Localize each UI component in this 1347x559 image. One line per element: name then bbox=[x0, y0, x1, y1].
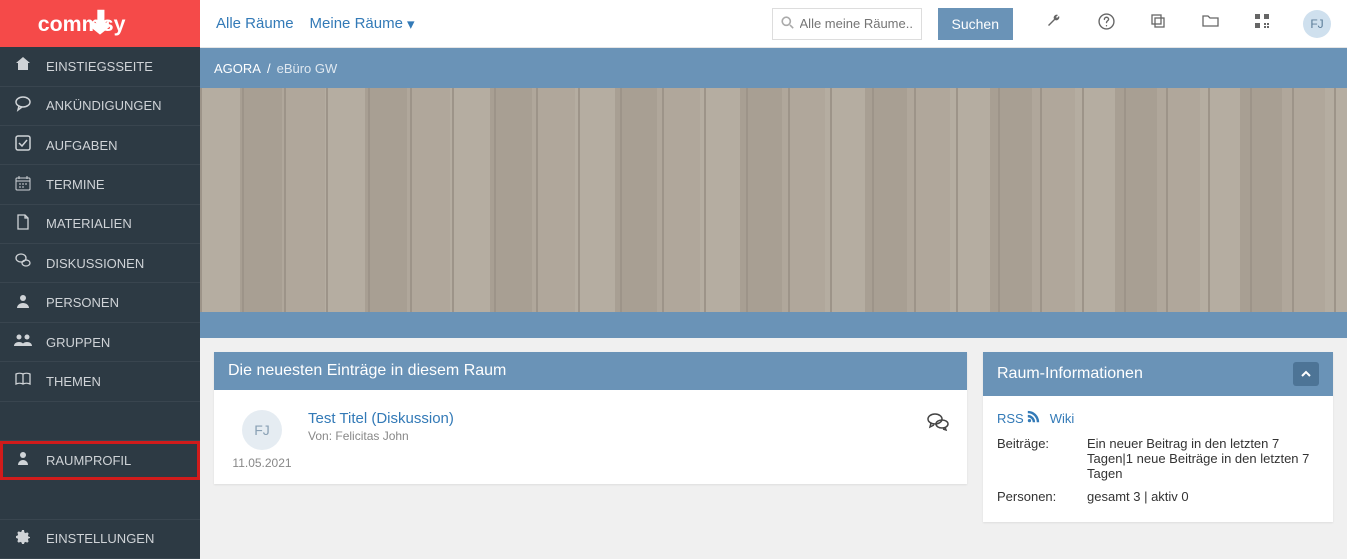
entry-avatar: FJ bbox=[242, 410, 282, 450]
latest-entries-panel: Die neuesten Einträge in diesem Raum FJ … bbox=[214, 352, 967, 484]
person-icon bbox=[14, 293, 32, 313]
sidebar-item-label: THEMEN bbox=[46, 374, 101, 389]
chevron-down-icon: ▾ bbox=[407, 15, 415, 33]
breadcrumb-sep: / bbox=[267, 61, 271, 76]
calendar-icon bbox=[14, 175, 32, 195]
search-input[interactable] bbox=[800, 16, 913, 31]
check-icon bbox=[14, 135, 32, 155]
collapse-button[interactable] bbox=[1293, 362, 1319, 386]
info-row: Personen: gesamt 3 | aktiv 0 bbox=[997, 485, 1319, 508]
info-val: Ein neuer Beitrag in den letzten 7 Tagen… bbox=[1087, 436, 1319, 481]
nav-alle-raeume[interactable]: Alle Räume bbox=[216, 15, 294, 32]
breadcrumb: AGORA / eBüro GW bbox=[200, 48, 1347, 88]
sidebar: commsy EINSTIEGSSEITE ANKÜNDIGUNGEN AUFG… bbox=[0, 0, 200, 559]
wiki-link[interactable]: Wiki bbox=[1050, 410, 1075, 426]
info-val: gesamt 3 | aktiv 0 bbox=[1087, 489, 1319, 504]
sidebar-item-label: EINSTIEGSSEITE bbox=[46, 59, 153, 74]
panel-header: Die neuesten Einträge in diesem Raum bbox=[214, 352, 967, 390]
search-button[interactable]: Suchen bbox=[938, 8, 1013, 40]
entry-date: 11.05.2021 bbox=[232, 456, 292, 470]
breadcrumb-current: eBüro GW bbox=[277, 61, 338, 76]
sidebar-item-materialien[interactable]: MATERIALIEN bbox=[0, 205, 200, 244]
book-icon bbox=[14, 371, 32, 391]
rss-label: RSS bbox=[997, 411, 1024, 426]
search-icon bbox=[781, 16, 794, 32]
info-key: Personen: bbox=[997, 489, 1087, 504]
sidebar-item-label: ANKÜNDIGUNGEN bbox=[46, 98, 162, 113]
speech-icon bbox=[14, 96, 32, 116]
sidebar-item-aufgaben[interactable]: AUFGABEN bbox=[0, 126, 200, 165]
room-info-panel: Raum-Informationen RSS Wiki Beiträg bbox=[983, 352, 1333, 522]
panel-title: Die neuesten Einträge in diesem Raum bbox=[228, 362, 506, 380]
document-icon bbox=[14, 214, 32, 234]
main: Alle Räume Meine Räume ▾ Suchen FJ AGORA… bbox=[200, 0, 1347, 559]
latest-entry: FJ 11.05.2021 Test Titel (Diskussion) Vo… bbox=[228, 404, 953, 470]
discussion-icon bbox=[14, 253, 32, 273]
panel-title: Raum-Informationen bbox=[997, 365, 1143, 383]
info-key: Beiträge: bbox=[997, 436, 1087, 481]
rss-icon bbox=[1027, 410, 1040, 426]
profile-icon bbox=[14, 450, 32, 470]
sidebar-item-label: EINSTELLUNGEN bbox=[46, 531, 154, 546]
sidebar-item-einstellungen[interactable]: EINSTELLUNGEN bbox=[0, 520, 200, 559]
sidebar-item-label: RAUMPROFIL bbox=[46, 453, 131, 468]
help-icon[interactable] bbox=[1095, 13, 1117, 35]
sidebar-separator bbox=[0, 402, 200, 441]
info-row: Beiträge: Ein neuer Beitrag in den letzt… bbox=[997, 432, 1319, 485]
copy-icon[interactable] bbox=[1147, 13, 1169, 34]
sidebar-item-raumprofil[interactable]: RAUMPROFIL bbox=[0, 441, 200, 480]
qr-icon[interactable] bbox=[1251, 13, 1273, 34]
gear-icon bbox=[14, 529, 32, 549]
sidebar-separator bbox=[0, 480, 200, 519]
logo[interactable]: commsy bbox=[0, 0, 200, 47]
sidebar-item-label: DISKUSSIONEN bbox=[46, 256, 144, 271]
nav-meine-raeume[interactable]: Meine Räume ▾ bbox=[310, 15, 415, 33]
sidebar-item-themen[interactable]: THEMEN bbox=[0, 362, 200, 401]
content: Die neuesten Einträge in diesem Raum FJ … bbox=[200, 338, 1347, 559]
panel-header: Raum-Informationen bbox=[983, 352, 1333, 396]
rss-link[interactable]: RSS bbox=[997, 410, 1040, 426]
sidebar-item-label: PERSONEN bbox=[46, 295, 119, 310]
sidebar-item-einstiegsseite[interactable]: EINSTIEGSSEITE bbox=[0, 47, 200, 86]
sidebar-item-gruppen[interactable]: GRUPPEN bbox=[0, 323, 200, 362]
sidebar-item-ankuendigungen[interactable]: ANKÜNDIGUNGEN bbox=[0, 87, 200, 126]
sidebar-item-personen[interactable]: PERSONEN bbox=[0, 283, 200, 322]
sidebar-item-label: TERMINE bbox=[46, 177, 105, 192]
sidebar-item-label: MATERIALIEN bbox=[46, 216, 132, 231]
sidebar-item-diskussionen[interactable]: DISKUSSIONEN bbox=[0, 244, 200, 283]
search-wrap bbox=[772, 8, 922, 40]
nav-meine-raeume-label: Meine Räume bbox=[310, 15, 403, 32]
sidebar-item-label: GRUPPEN bbox=[46, 335, 110, 350]
user-avatar[interactable]: FJ bbox=[1303, 10, 1331, 38]
breadcrumb-root[interactable]: AGORA bbox=[214, 61, 261, 76]
sidebar-item-termine[interactable]: TERMINE bbox=[0, 165, 200, 204]
home-icon bbox=[14, 56, 32, 76]
sidebar-item-label: AUFGABEN bbox=[46, 138, 118, 153]
entry-author: Von: Felicitas John bbox=[308, 429, 911, 443]
group-icon bbox=[14, 332, 32, 352]
entry-title[interactable]: Test Titel (Diskussion) bbox=[308, 410, 911, 427]
discussion-icon bbox=[927, 410, 949, 470]
wrench-icon[interactable] bbox=[1043, 13, 1065, 34]
room-banner bbox=[200, 88, 1347, 338]
topbar: Alle Räume Meine Räume ▾ Suchen FJ bbox=[200, 0, 1347, 48]
folder-icon[interactable] bbox=[1199, 13, 1221, 34]
